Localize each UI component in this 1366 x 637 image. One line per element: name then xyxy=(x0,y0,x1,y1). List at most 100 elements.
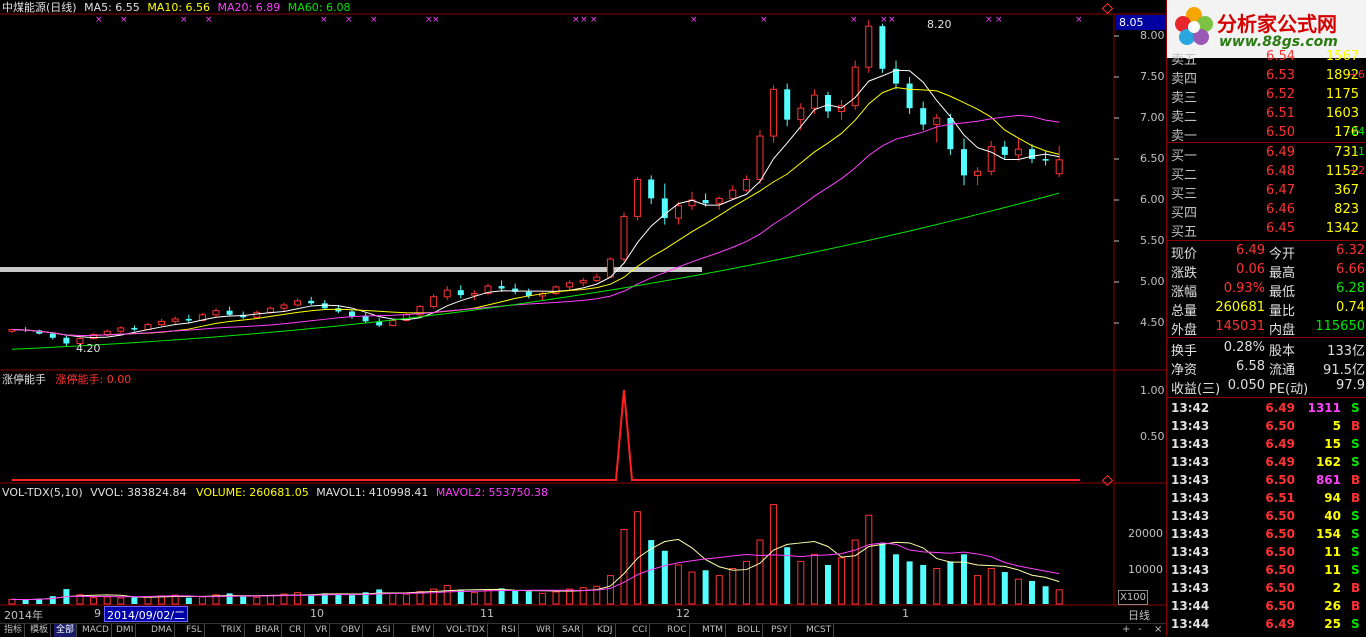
tick-price: 6.50 xyxy=(1265,527,1295,541)
kline-chart-svg[interactable]: × × × × × × × × × × × × × × × × × × × × xyxy=(0,0,1166,623)
volume-bar-down xyxy=(825,564,831,604)
indicator-tab[interactable]: CR xyxy=(287,624,305,637)
signal-cross-mark: × xyxy=(205,15,213,25)
candle-body-down xyxy=(920,108,927,125)
indicator-tab[interactable]: BOLL xyxy=(735,624,764,637)
zoom-out-button[interactable]: - xyxy=(1138,624,1142,635)
tick-row: 13:43 6.49 15 S xyxy=(1167,435,1366,453)
stat-row: 涨跌 0.06 最高 6.66 xyxy=(1167,261,1366,281)
y-tick-500: 5.00 xyxy=(1140,275,1165,288)
volume-bar-up xyxy=(742,560,750,605)
indicator-tab[interactable]: MTM xyxy=(700,624,727,637)
close-panel-button[interactable]: × xyxy=(1154,624,1162,635)
ask-row[interactable]: 卖三 6.52 1175 xyxy=(1167,86,1366,106)
indicator-tab[interactable]: 指标 xyxy=(2,624,26,637)
indicator-tab[interactable]: VR xyxy=(313,624,331,637)
candle-body-down xyxy=(362,316,369,322)
bid-row[interactable]: 买二 6.48 1152 +2 xyxy=(1167,163,1366,183)
ma5-line xyxy=(11,69,1060,339)
indicator-tab[interactable]: VOL-TDX xyxy=(444,624,488,637)
stat-value: 133亿 xyxy=(1327,344,1365,359)
chart-area[interactable]: × × × × × × × × × × × × × × × × × × × × 中煤能源(日线) MA5: 6.55 … xyxy=(0,0,1366,636)
candle-body-down xyxy=(702,200,709,204)
mavol1-label: MAVOL1: 410998.41 xyxy=(316,486,429,499)
x-month-2014: 2014年 xyxy=(4,609,43,622)
candle-body-up xyxy=(933,117,941,126)
indicator-tab[interactable]: TRIX xyxy=(219,624,245,637)
logo-title: 分析家公式网 xyxy=(1217,12,1337,36)
indicator-tab[interactable]: FSL xyxy=(184,624,205,637)
candle-body-down xyxy=(825,95,831,112)
stat-label: 总量 xyxy=(1171,304,1198,319)
signal-cross-mark: × xyxy=(760,15,768,25)
ask-row[interactable]: 卖四 6.53 1892 +6 xyxy=(1167,67,1366,87)
tick-volume: 11 xyxy=(1324,545,1341,559)
indicator-tab[interactable]: MACD xyxy=(80,624,112,637)
candle-body-down xyxy=(648,179,655,199)
candle-body-up xyxy=(212,310,220,316)
stat-label: 现价 xyxy=(1171,247,1198,262)
tick-time: 13:44 xyxy=(1171,599,1210,613)
stat-label: 股本 xyxy=(1269,344,1296,359)
tick-time: 13:43 xyxy=(1171,419,1210,433)
bid-price: 6.47 xyxy=(1266,183,1295,198)
zoom-in-button[interactable]: + xyxy=(1122,624,1130,635)
indicator-tab[interactable]: CCI xyxy=(630,624,651,637)
tick-time: 13:43 xyxy=(1171,527,1210,541)
period-label[interactable]: 日线 xyxy=(1128,607,1150,623)
ask-row[interactable]: 卖一 6.50 176 -24 xyxy=(1167,124,1366,144)
volume-bar-down xyxy=(920,564,927,604)
indicator-tab[interactable]: KDJ xyxy=(595,624,616,637)
indicator-tab[interactable]: MCST xyxy=(804,624,835,637)
corner-controls: + - × xyxy=(1118,624,1166,636)
indicator-tab[interactable]: OBV xyxy=(339,624,364,637)
volume-bar-up xyxy=(865,514,873,605)
indicator-tab[interactable]: WR xyxy=(534,624,555,637)
indicator-tab[interactable]: 模板 xyxy=(28,624,52,637)
signal-cross-mark: × xyxy=(180,15,188,25)
indicator-tab[interactable]: ROC xyxy=(665,624,690,637)
indicator-tab[interactable]: SAR xyxy=(560,624,584,637)
ask-change: +6 xyxy=(1348,68,1365,81)
signal-cross-mark: × xyxy=(95,15,103,25)
indicator-tab[interactable]: DMI xyxy=(114,624,137,637)
ask-row[interactable]: 卖二 6.51 1603 xyxy=(1167,105,1366,125)
signal-cross-mark: × xyxy=(880,15,888,25)
tick-time: 13:43 xyxy=(1171,563,1210,577)
stock-title: 中煤能源(日线) xyxy=(2,1,77,14)
stat-value: 97.9 xyxy=(1336,378,1365,393)
volume-bar-up xyxy=(674,564,682,605)
bid-label: 买五 xyxy=(1171,225,1198,240)
indicator-tab-bar: 指标 模板 全部 MACD DMI DMA FSL TRIX BRAR CR VR OBV ASI EMV… xyxy=(0,623,1166,637)
indicator-tab[interactable]: BRAR xyxy=(253,624,283,637)
bid-row[interactable]: 买一 6.49 731 -1 xyxy=(1167,144,1366,164)
y-tick-450: 4.50 xyxy=(1140,316,1165,329)
tick-time: 13:43 xyxy=(1171,473,1210,487)
indicator-tab[interactable]: PSY xyxy=(769,624,791,637)
signal-cross-mark: × xyxy=(888,15,896,25)
volume-bar-down xyxy=(349,595,355,604)
signal-cross-mark: × xyxy=(120,15,128,25)
bid-row[interactable]: 买五 6.45 1342 xyxy=(1167,220,1366,240)
indicator-tab[interactable]: ASI xyxy=(374,624,394,637)
candle-body-up xyxy=(430,296,438,308)
bid-row[interactable]: 买三 6.47 367 xyxy=(1167,182,1366,202)
bid-row[interactable]: 买四 6.46 823 xyxy=(1167,201,1366,221)
ask-volume: 1175 xyxy=(1325,87,1359,102)
ask-row[interactable]: 卖五 6.54 1567 xyxy=(1167,48,1366,68)
indicator-tab[interactable]: EMV xyxy=(409,624,434,637)
bid-label: 买一 xyxy=(1171,149,1198,164)
candle-body-down xyxy=(308,300,315,304)
indicator-tab[interactable]: DMA xyxy=(149,624,175,637)
x-month-1: 1 xyxy=(902,607,909,620)
stat-row: 总量 260681 量比 0.74 xyxy=(1167,299,1366,319)
indicator-tab[interactable]: 全部 xyxy=(54,624,78,637)
stat-label: 最高 xyxy=(1269,266,1296,281)
volume-bar-up xyxy=(1055,589,1063,605)
orderbook-separator xyxy=(1167,142,1366,143)
stat-value: 260681 xyxy=(1215,300,1265,315)
volume-bar-down xyxy=(376,589,383,604)
tick-volume: 15 xyxy=(1324,437,1341,451)
indicator-tab[interactable]: RSI xyxy=(499,624,519,637)
candle-body-up xyxy=(674,205,682,219)
